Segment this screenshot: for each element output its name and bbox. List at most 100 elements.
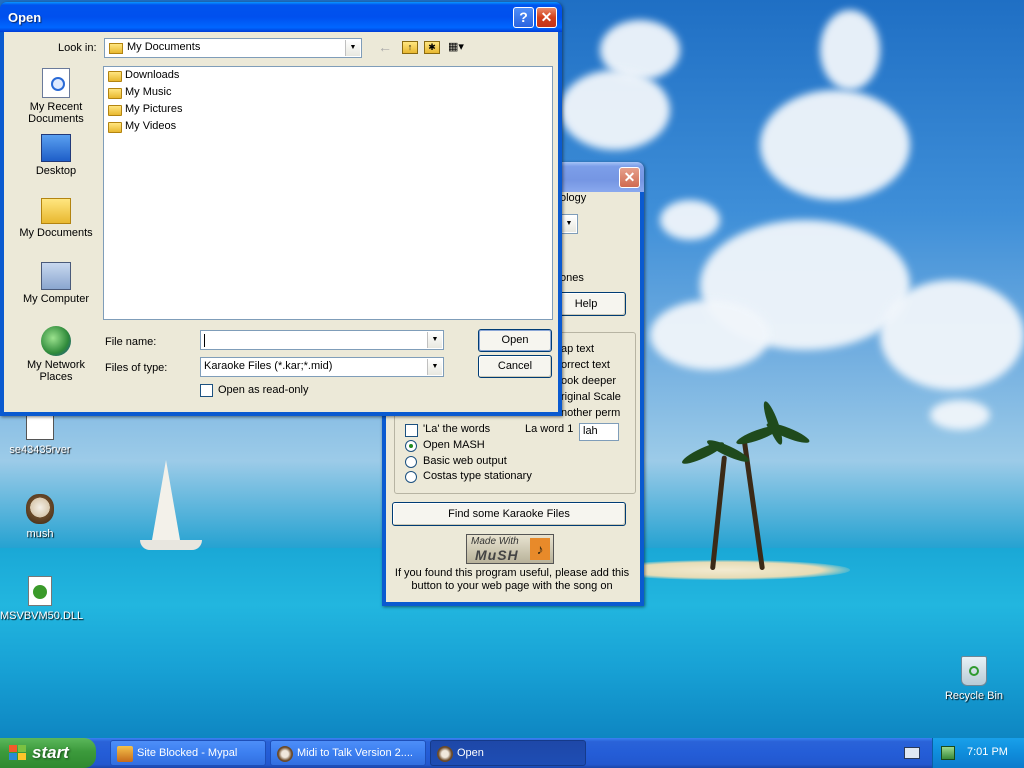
dog-icon: [277, 746, 293, 762]
option-label[interactable]: ap text: [561, 343, 594, 355]
partial-label: ology: [560, 192, 587, 204]
places-my-recent-documents[interactable]: My Recent Documents: [8, 68, 104, 125]
open-dialog: Open ? ✕ Look in: My Documents ▼ ← ↑ ✱ ▦…: [0, 2, 562, 416]
file-item-downloads[interactable]: Downloads: [107, 69, 179, 85]
radio-label: Basic web output: [423, 455, 507, 467]
text-cursor: [204, 334, 205, 347]
dll-file-icon: [28, 576, 52, 606]
taskbar-item-midi-to-talk[interactable]: Midi to Talk Version 2....: [270, 740, 426, 766]
la-the-words-label: 'La' the words: [423, 423, 491, 435]
recent-documents-icon: [42, 68, 70, 98]
pictures-folder-icon: [108, 105, 122, 116]
option-label[interactable]: riginal Scale: [561, 391, 621, 403]
places-desktop[interactable]: Desktop: [8, 134, 104, 177]
partial-label: ones: [560, 272, 584, 284]
network-globe-icon: [41, 326, 71, 356]
file-item-my-music[interactable]: My Music: [107, 86, 171, 102]
file-name-label: File name:: [105, 336, 157, 348]
recycle-bin-icon: [961, 656, 987, 686]
taskbar: start Site Blocked - Mypal Midi to Talk …: [0, 738, 1024, 768]
taskbar-item-label: Site Blocked - Mypal: [137, 747, 238, 759]
desktop-icon: [41, 134, 71, 162]
dog-icon: [26, 494, 54, 524]
taskbar-item-open[interactable]: Open: [430, 740, 586, 766]
computer-icon: [41, 262, 71, 290]
file-name: My Music: [125, 86, 172, 98]
file-name: Downloads: [125, 69, 180, 81]
desktop-icon-dll[interactable]: MSVBVM50.DLL: [0, 576, 84, 622]
new-folder-icon[interactable]: ✱: [424, 41, 440, 54]
option-label[interactable]: ook deeper: [561, 375, 616, 387]
look-in-combo[interactable]: My Documents ▼: [104, 38, 362, 58]
places-my-computer[interactable]: My Computer: [8, 262, 104, 305]
radio-label: Open MASH: [423, 439, 485, 451]
option-label[interactable]: nother perm: [561, 407, 620, 419]
music-note-icon: ♪: [530, 538, 550, 560]
radio-label: Costas type stationary: [423, 470, 532, 482]
window-title: Open: [8, 10, 42, 25]
desktop-icon-server[interactable]: se43435rver: [0, 414, 80, 456]
desktop-icon-label: mush: [26, 528, 54, 540]
made-with-mush-badge[interactable]: Made With MuSH ♪: [466, 534, 554, 564]
help-icon[interactable]: ?: [513, 7, 534, 28]
chevron-down-icon[interactable]: ▼: [345, 40, 360, 56]
cancel-button[interactable]: Cancel: [478, 355, 552, 378]
file-list[interactable]: Downloads My Music My Pictures My Videos: [103, 66, 553, 320]
places-label: My Recent Documents: [28, 101, 84, 125]
places-bar: My Recent Documents Desktop My Documents…: [8, 64, 104, 414]
desktop-icon-label: MSVBVM50.DLL: [0, 610, 84, 622]
desktop-icon-label: se43435rver: [9, 444, 71, 456]
close-icon[interactable]: ✕: [536, 7, 557, 28]
look-in-label: Look in:: [58, 42, 97, 54]
up-folder-icon[interactable]: ↑: [402, 41, 418, 54]
open-mash-radio[interactable]: [405, 440, 417, 452]
document-icon: [26, 414, 54, 440]
file-name-input[interactable]: ▼: [200, 330, 444, 350]
midi-close-button[interactable]: ✕: [619, 167, 640, 188]
network-tray-icon[interactable]: [941, 746, 955, 760]
folder-icon: [109, 43, 123, 54]
la-word-label: La word 1: [525, 423, 574, 435]
keyboard-icon[interactable]: [904, 747, 920, 759]
start-button[interactable]: start: [0, 738, 96, 768]
option-label[interactable]: orrect text: [561, 359, 610, 371]
find-karaoke-files-button[interactable]: Find some Karaoke Files: [392, 502, 626, 526]
file-item-my-pictures[interactable]: My Pictures: [107, 103, 182, 119]
browser-icon: [117, 746, 133, 762]
back-arrow-icon[interactable]: ←: [378, 40, 394, 56]
my-documents-icon: [41, 198, 71, 224]
read-only-label: Open as read-only: [218, 384, 309, 396]
open-button[interactable]: Open: [478, 329, 552, 352]
view-menu-icon[interactable]: ▦▾: [448, 41, 472, 54]
chevron-down-icon[interactable]: ▼: [427, 359, 442, 375]
la-the-words-checkbox[interactable]: [405, 424, 418, 437]
chevron-down-icon[interactable]: ▼: [427, 332, 442, 348]
desktop-icon-label: Recycle Bin: [944, 690, 1004, 702]
costas-stationary-radio[interactable]: [405, 471, 417, 483]
places-label: My Network Places: [26, 359, 86, 383]
la-word-input[interactable]: lah: [579, 423, 619, 441]
basic-web-output-radio[interactable]: [405, 456, 417, 468]
file-item-my-videos[interactable]: My Videos: [107, 120, 176, 136]
open-dialog-client: Look in: My Documents ▼ ← ↑ ✱ ▦▾ My Rece…: [4, 32, 558, 412]
desktop-icon-recycle-bin[interactable]: Recycle Bin: [934, 656, 1014, 702]
taskbar-item-label: Midi to Talk Version 2....: [297, 747, 413, 759]
taskbar-item-label: Open: [457, 747, 484, 759]
made-with-text: Made With: [471, 536, 519, 547]
taskbar-item-mypal[interactable]: Site Blocked - Mypal: [110, 740, 266, 766]
windows-logo-icon: [9, 745, 27, 761]
places-my-documents[interactable]: My Documents: [8, 198, 104, 239]
system-tray: 7:01 PM: [932, 738, 1024, 768]
read-only-checkbox[interactable]: [200, 384, 213, 397]
chevron-down-icon: ▼: [561, 216, 576, 232]
music-folder-icon: [108, 88, 122, 99]
open-dialog-titlebar[interactable]: Open: [0, 2, 562, 32]
dog-icon: [437, 746, 453, 762]
start-label: start: [32, 743, 69, 762]
file-type-select[interactable]: Karaoke Files (*.kar;*.mid) ▼: [200, 357, 444, 377]
mush-logo-text: MuSH: [475, 547, 519, 563]
clock[interactable]: 7:01 PM: [967, 746, 1008, 758]
file-name: My Videos: [125, 120, 177, 132]
desktop-icon-mush[interactable]: mush: [0, 494, 80, 540]
places-my-network-places[interactable]: My Network Places: [8, 326, 104, 383]
